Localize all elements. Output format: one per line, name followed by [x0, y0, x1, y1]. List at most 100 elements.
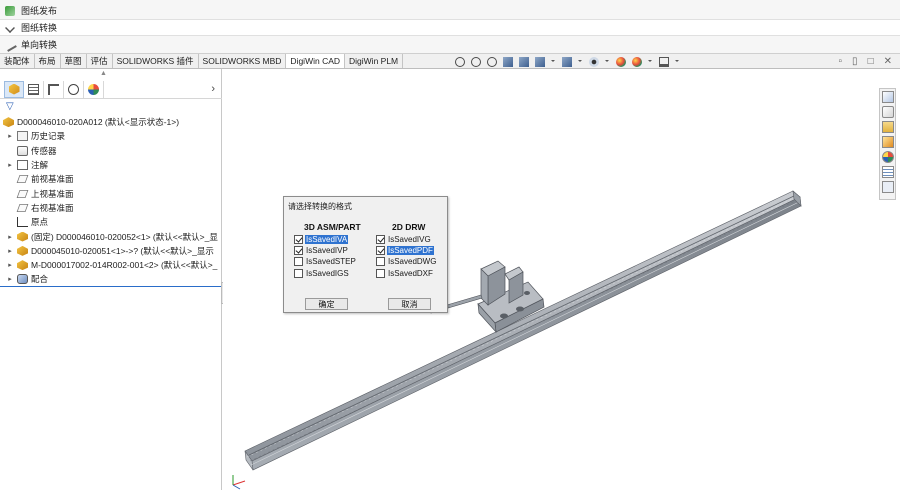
pen-icon — [3, 37, 17, 52]
checkbox[interactable] — [376, 235, 385, 245]
cancel-button[interactable]: 取消 — [388, 298, 431, 310]
tree-item-label: 右视基准面 — [31, 202, 74, 213]
displaymanager-tab[interactable] — [84, 80, 104, 98]
expand-icon[interactable]: ▸ — [6, 161, 14, 169]
section-view-icon[interactable] — [503, 56, 513, 67]
tree-item-mates[interactable]: ▸ 配合 — [0, 272, 222, 287]
resources-icon[interactable] — [881, 106, 894, 118]
checkbox[interactable] — [376, 257, 385, 267]
checkbox[interactable] — [376, 246, 385, 256]
tree-item-component[interactable]: ▸ D000045010-020051<1>->? (默认<<默认>_显示 — [0, 244, 222, 258]
display-style-icon[interactable] — [562, 56, 572, 67]
tab-sketch[interactable]: 草图 — [61, 54, 87, 68]
tile-icon[interactable]: ▯ — [852, 56, 858, 67]
option-issavediva[interactable]: IsSavedIVA — [294, 234, 357, 245]
chevron-down-icon[interactable] — [551, 57, 556, 67]
drw-options: IsSavedIVG IsSavedPDF IsSavedDWG IsSaved… — [376, 234, 437, 279]
tree-root[interactable]: D000046010-020A012 (默认<显示状态-1>) — [0, 115, 222, 129]
tab-digiwin-cad[interactable]: DigiWin CAD — [286, 54, 346, 68]
tab-label: DigiWin PLM — [349, 56, 399, 66]
option-label: IsSavedIGS — [306, 268, 349, 278]
chevron-down-icon[interactable] — [578, 57, 583, 67]
expand-icon[interactable]: ▸ — [6, 132, 14, 140]
restore-icon[interactable]: ▫ — [839, 56, 843, 67]
design-library-icon[interactable] — [881, 121, 894, 133]
checkbox[interactable] — [376, 268, 385, 278]
option-issavedpdf[interactable]: IsSavedPDF — [376, 245, 437, 256]
tree-item-right-plane[interactable]: 右视基准面 — [0, 201, 222, 215]
hide-show-items-icon[interactable] — [589, 56, 599, 67]
ok-button[interactable]: 确定 — [305, 298, 348, 310]
tree-item-component[interactable]: ▸ M-D000017002-014R002-001<2> (默认<<默认>_ — [0, 258, 222, 272]
plugin-quick-panel: 图纸发布 图纸转换 单向转换 — [0, 0, 900, 54]
checkbox[interactable] — [294, 268, 303, 278]
option-issavedstep[interactable]: IsSavedSTEP — [294, 256, 357, 267]
zoom-to-area-icon[interactable] — [471, 56, 481, 67]
file-explorer-icon[interactable] — [881, 136, 894, 148]
tree-item-history[interactable]: ▸ 历史记录 — [0, 129, 222, 143]
chevron-right-icon[interactable]: › — [211, 83, 215, 95]
view-orientation-icon[interactable] — [535, 56, 545, 67]
tab-layout[interactable]: 布局 — [35, 54, 61, 68]
single-convert-item[interactable]: 单向转换 — [0, 36, 900, 53]
option-label: IsSavedIVA — [305, 235, 349, 245]
document-window-controls: ▫ ▯ □ ✕ — [839, 56, 893, 67]
expand-icon[interactable]: ▸ — [6, 233, 14, 241]
option-issaveddxf[interactable]: IsSavedDXF — [376, 268, 437, 279]
option-issavedivp[interactable]: IsSavedIVP — [294, 245, 357, 256]
tree-item-front-plane[interactable]: 前视基准面 — [0, 172, 222, 186]
view-settings-icon[interactable] — [659, 56, 669, 67]
expand-icon[interactable]: ▸ — [6, 261, 14, 269]
appearances-icon[interactable] — [881, 151, 894, 163]
tab-mbd[interactable]: SOLIDWORKS MBD — [199, 54, 287, 68]
chevron-down-icon[interactable] — [605, 57, 610, 67]
drawing-convert-item[interactable]: 图纸转换 — [0, 19, 900, 36]
edit-appearance-icon[interactable] — [616, 56, 626, 67]
option-issavedivg[interactable]: IsSavedIVG — [376, 234, 437, 245]
tab-addins[interactable]: SOLIDWORKS 插件 — [113, 54, 199, 68]
tree-item-sensors[interactable]: 传感器 — [0, 144, 222, 158]
configurationmanager-tab[interactable] — [44, 80, 64, 98]
tab-assembly[interactable]: 装配体 — [0, 54, 35, 68]
history-icon — [17, 131, 28, 142]
forum-icon[interactable] — [881, 181, 894, 193]
tree-item-top-plane[interactable]: 上视基准面 — [0, 186, 222, 200]
zoom-to-fit-icon[interactable] — [455, 56, 465, 67]
tree-item-component[interactable]: ▸ (固定) D000046010-020052<1> (默认<<默认>_显 — [0, 229, 222, 243]
tab-evaluate[interactable]: 评估 — [87, 54, 113, 68]
option-issavedigs[interactable]: IsSavedIGS — [294, 268, 357, 279]
custom-properties-icon[interactable] — [881, 166, 894, 178]
target-icon — [68, 83, 79, 95]
tab-digiwin-plm[interactable]: DigiWin PLM — [345, 54, 404, 68]
dynamic-annotation-icon[interactable] — [519, 56, 529, 67]
dialog-title: 请选择转换的格式 — [288, 202, 352, 211]
checkbox[interactable] — [294, 246, 303, 256]
home-icon[interactable] — [881, 91, 894, 103]
list-icon — [28, 83, 39, 95]
apply-scene-icon[interactable] — [632, 56, 642, 67]
expand-icon[interactable]: ▸ — [6, 247, 14, 255]
tab-label: SOLIDWORKS 插件 — [116, 56, 194, 66]
checkbox[interactable] — [294, 257, 303, 267]
coordinate-triad — [232, 475, 246, 490]
option-issaveddwg[interactable]: IsSavedDWG — [376, 256, 437, 267]
tree-item-annotations[interactable]: ▸ 注解 — [0, 158, 222, 172]
dimxpert-tab[interactable] — [64, 80, 84, 98]
maximize-icon[interactable]: □ — [868, 56, 874, 67]
tree-item-label: (固定) D000046010-020052<1> (默认<<默认>_显 — [31, 231, 218, 242]
previous-view-icon[interactable] — [487, 56, 497, 67]
tree-item-origin[interactable]: 原点 — [0, 215, 222, 229]
tab-label: 装配体 — [4, 56, 30, 66]
close-icon[interactable]: ✕ — [884, 56, 892, 67]
plane-icon — [16, 203, 29, 212]
checkbox[interactable] — [294, 235, 303, 245]
filter-icon[interactable]: ▽ — [6, 101, 14, 112]
collapse-arrow-icon[interactable]: ▲ — [100, 70, 107, 77]
option-label: IsSavedDXF — [388, 268, 433, 278]
propertymanager-tab[interactable] — [24, 80, 44, 98]
expand-icon[interactable]: ▸ — [6, 275, 14, 283]
featuremanager-tab[interactable] — [4, 80, 24, 98]
chevron-down-icon[interactable] — [675, 57, 680, 67]
drawing-publish-item[interactable]: 图纸发布 — [0, 2, 900, 19]
chevron-down-icon[interactable] — [648, 57, 653, 67]
